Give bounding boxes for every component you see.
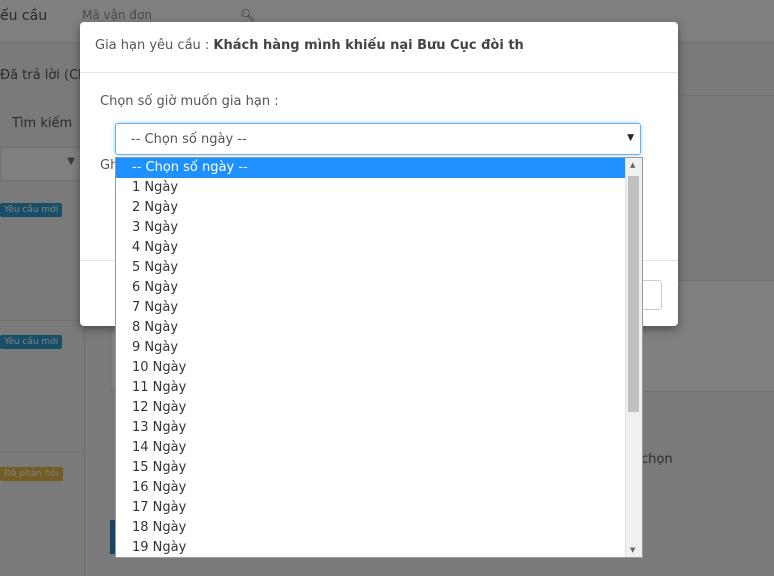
dropdown-option[interactable]: 18 Ngày — [116, 518, 626, 538]
chevron-down-icon: ▼ — [627, 133, 634, 143]
dropdown-option[interactable]: 5 Ngày — [116, 258, 626, 278]
dropdown-option[interactable]: 15 Ngày — [116, 458, 626, 478]
dropdown-option[interactable]: 16 Ngày — [116, 478, 626, 498]
dropdown-option[interactable]: 8 Ngày — [116, 318, 626, 338]
extend-days-select[interactable]: -- Chọn số ngày -- ▼ — [115, 123, 641, 155]
dropdown-option[interactable]: 13 Ngày — [116, 418, 626, 438]
select-current-value: -- Chọn số ngày -- — [131, 132, 247, 147]
dropdown-option[interactable]: 2 Ngày — [116, 198, 626, 218]
dropdown-option[interactable]: 3 Ngày — [116, 218, 626, 238]
dropdown-option[interactable]: 12 Ngày — [116, 398, 626, 418]
modal-title-subject: Khách hàng mình khiếu nại Bưu Cục đòi th — [213, 38, 524, 53]
dropdown-options: -- Chọn số ngày -- 1 Ngày 2 Ngày 3 Ngày … — [116, 158, 626, 557]
dropdown-option[interactable]: 14 Ngày — [116, 438, 626, 458]
scrollbar-thumb[interactable] — [628, 176, 639, 412]
extend-hours-label: Chọn số giờ muốn gia hạn : — [100, 94, 279, 109]
modal-header: Gia hạn yêu cầu : Khách hàng mình khiếu … — [80, 22, 678, 73]
dropdown-option[interactable]: 4 Ngày — [116, 238, 626, 258]
dropdown-option[interactable]: 19 Ngày — [116, 538, 626, 557]
dropdown-option[interactable]: 9 Ngày — [116, 338, 626, 358]
scroll-up-icon[interactable]: ▲ — [630, 161, 635, 169]
scroll-down-icon[interactable]: ▼ — [630, 546, 635, 554]
extend-days-dropdown-list[interactable]: -- Chọn số ngày -- 1 Ngày 2 Ngày 3 Ngày … — [115, 157, 643, 558]
dropdown-scrollbar[interactable]: ▲ ▼ — [625, 158, 642, 557]
dropdown-option[interactable]: 1 Ngày — [116, 178, 626, 198]
modal-title: Gia hạn yêu cầu : Khách hàng mình khiếu … — [95, 38, 524, 53]
dropdown-option[interactable]: 17 Ngày — [116, 498, 626, 518]
modal-title-prefix: Gia hạn yêu cầu : — [95, 38, 214, 53]
dropdown-option[interactable]: -- Chọn số ngày -- — [116, 158, 626, 178]
dropdown-option[interactable]: 11 Ngày — [116, 378, 626, 398]
dropdown-option[interactable]: 6 Ngày — [116, 278, 626, 298]
dropdown-option[interactable]: 7 Ngày — [116, 298, 626, 318]
dropdown-option[interactable]: 10 Ngày — [116, 358, 626, 378]
